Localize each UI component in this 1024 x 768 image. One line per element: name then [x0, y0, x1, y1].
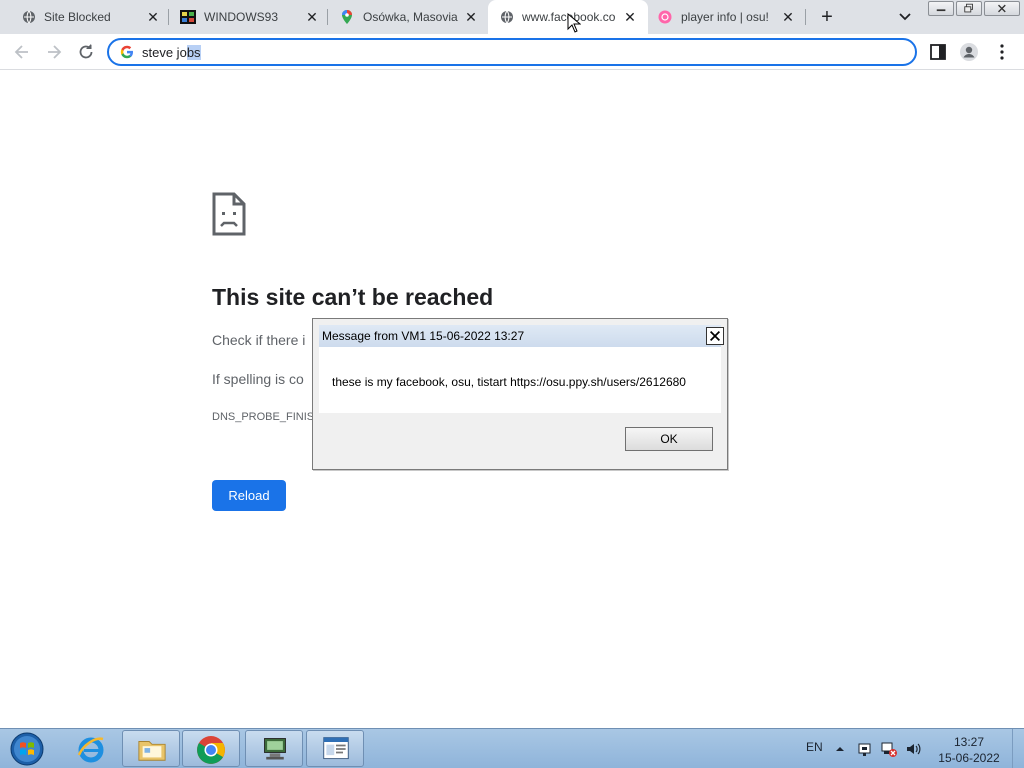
taskbar-network-tool[interactable]: [245, 730, 303, 767]
error-code: DNS_PROBE_FINISH: [212, 411, 323, 423]
address-typed-text: steve jo: [142, 45, 187, 60]
reload-button[interactable]: Reload: [212, 480, 286, 511]
window-app-icon: [323, 737, 349, 760]
screen: { "browser": { "tabs": [ {"title": "Site…: [0, 0, 1024, 768]
windows93-icon: [180, 10, 196, 24]
tab-close-icon[interactable]: ✕: [304, 9, 320, 25]
minimize-button[interactable]: [928, 1, 955, 16]
window-controls: [928, 1, 1021, 17]
globe-icon: [501, 10, 513, 24]
dialog-titlebar[interactable]: Message from VM1 15-06-2022 13:27: [319, 325, 724, 347]
message-dialog: Message from VM1 15-06-2022 13:27 these …: [312, 318, 728, 470]
language-indicator[interactable]: EN: [806, 740, 823, 754]
osu-icon: [658, 10, 672, 24]
reload-icon[interactable]: [76, 42, 96, 62]
dialog-body: these is my facebook, osu, tistart https…: [319, 347, 721, 413]
dialog-title: Message from VM1 15-06-2022 13:27: [322, 329, 525, 343]
restore-button[interactable]: [956, 1, 983, 16]
internet-explorer-icon: [77, 737, 104, 763]
error-heading: This site can’t be reached: [212, 284, 494, 310]
maps-pin-icon: [342, 10, 352, 24]
tab-title: WINDOWS93: [204, 10, 279, 24]
tab-strip: Site Blocked ✕ WINDOWS93 ✕ Osówka, Masov…: [0, 0, 1024, 34]
show-hidden-icons-icon[interactable]: [834, 743, 846, 755]
tab-close-icon[interactable]: ✕: [622, 9, 638, 25]
close-icon: [710, 331, 720, 341]
tab-separator: [805, 9, 806, 25]
browser-toolbar: steve jobs: [0, 34, 1024, 70]
network-tool-icon: [264, 738, 286, 760]
globe-icon: [23, 10, 35, 24]
address-selected-text: bs: [186, 45, 201, 60]
tab-close-icon[interactable]: ✕: [463, 9, 479, 25]
mouse-cursor-icon: [567, 13, 581, 33]
chevron-down-icon[interactable]: [897, 8, 913, 24]
tab-title: Osówka, Masovia: [363, 10, 458, 24]
tab-site-blocked[interactable]: Site Blocked ✕: [0, 0, 168, 34]
address-text: steve jobs: [142, 45, 201, 60]
profile-avatar-icon[interactable]: [959, 42, 979, 62]
new-tab-button[interactable]: +: [816, 6, 838, 28]
google-g-icon: [120, 45, 133, 59]
ok-button[interactable]: OK: [625, 427, 713, 451]
taskbar-chrome[interactable]: [182, 730, 240, 767]
chrome-icon: [197, 736, 225, 764]
tab-close-icon[interactable]: ✕: [145, 9, 161, 25]
volume-icon[interactable]: [905, 741, 921, 757]
file-explorer-icon: [138, 741, 166, 761]
tab-title: Site Blocked: [44, 10, 111, 24]
restore-icon: [964, 3, 974, 13]
tab-osu[interactable]: player info | osu! ✕: [648, 0, 806, 34]
dialog-message: these is my facebook, osu, tistart https…: [332, 375, 686, 389]
sad-document-icon: [212, 192, 246, 236]
address-bar[interactable]: steve jobs: [107, 38, 917, 66]
minimize-icon: [936, 9, 946, 12]
network-disconnected-icon[interactable]: [881, 741, 897, 757]
tab-close-icon[interactable]: ✕: [780, 9, 796, 25]
tab-title: player info | osu!: [681, 10, 769, 24]
dialog-close-button[interactable]: [706, 327, 724, 345]
tab-windows93[interactable]: WINDOWS93 ✕: [168, 0, 328, 34]
error-line-spelling: If spelling is co: [212, 371, 304, 387]
side-panel-icon[interactable]: [928, 42, 948, 62]
close-window-button[interactable]: [984, 1, 1021, 16]
tab-maps[interactable]: Osówka, Masovia ✕: [328, 0, 488, 34]
error-line-connection: Check if there i: [212, 332, 306, 348]
taskbar-file-explorer[interactable]: [122, 730, 180, 767]
kebab-menu-icon[interactable]: [992, 42, 1012, 62]
taskbar: EN 13:27 15-06-2022: [0, 728, 1024, 768]
close-icon: [998, 4, 1006, 13]
show-desktop-button[interactable]: [1012, 729, 1024, 768]
forward-arrow-icon[interactable]: [44, 42, 64, 62]
start-button-icon[interactable]: [6, 732, 48, 766]
taskbar-internet-explorer[interactable]: [62, 730, 120, 767]
action-center-flag-icon[interactable]: [857, 741, 873, 757]
back-arrow-icon[interactable]: [12, 42, 32, 62]
taskbar-window-app[interactable]: [306, 730, 364, 767]
clock-date[interactable]: 15-06-2022: [936, 751, 1002, 765]
clock-time[interactable]: 13:27: [940, 735, 998, 749]
